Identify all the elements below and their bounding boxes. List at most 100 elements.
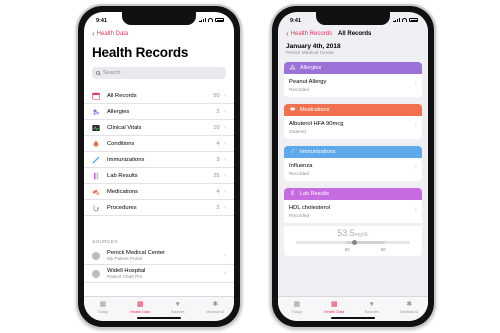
lab-range-chart: 53.5mg/dL 50 60	[284, 226, 422, 256]
value-marker	[351, 240, 357, 245]
tab-label: Medical ID	[206, 310, 225, 314]
phone-bezel: 9:41 ‹ Health Records All Records Januar…	[272, 6, 434, 327]
allergy-icon: ⁂	[289, 65, 296, 72]
card-body: HDL cholesterol Recorded ›	[284, 200, 422, 223]
row-label: Conditions	[107, 140, 135, 147]
record-title: Peanut Allergy	[289, 79, 327, 85]
back-button[interactable]: ‹ Health Data	[92, 29, 129, 38]
sources-section-header: SOURCES	[92, 240, 118, 245]
tab-today[interactable]: ▦ Today	[278, 301, 316, 321]
row-count: 25	[213, 172, 220, 179]
chevron-right-icon: ›	[223, 204, 226, 211]
vitals-icon	[92, 124, 100, 132]
tab-label: Today	[291, 310, 302, 314]
tab-label: Health Data	[324, 310, 345, 314]
source-subtitle: My Patient Portal	[107, 256, 142, 261]
row-label: Medications	[107, 188, 138, 195]
tab-label: Sources	[364, 310, 379, 314]
back-button[interactable]: ‹ Health Records All Records	[286, 30, 372, 38]
row-count: 3	[216, 156, 220, 163]
syringe-icon	[92, 156, 100, 164]
list-item-procedures[interactable]: Procedures 2 ›	[84, 200, 234, 216]
list-item-medications[interactable]: Medications 4 ›	[84, 184, 234, 200]
phone-left: 9:41 ‹ Health Data Health Records Search	[76, 4, 242, 329]
status-time: 9:41	[290, 18, 302, 24]
card-header-label: Medications	[300, 107, 330, 113]
record-status: Recorded	[289, 170, 309, 176]
record-card-allergies[interactable]: ⁂ Allergies Peanut Allergy Recorded ›	[284, 62, 422, 97]
record-title: Influenza	[289, 163, 313, 169]
source-subtitle: Patient Chart Pro	[107, 274, 143, 279]
card-body: Albuterol HFA 90mcg Ordered ›	[284, 116, 422, 139]
record-card-lab-results[interactable]: ⫴ Lab Results HDL cholesterol Recorded ›	[284, 188, 422, 223]
card-header: ⬬ Medications	[284, 104, 422, 116]
calendar-icon	[92, 92, 100, 100]
card-body: Peanut Allergy Recorded ›	[284, 74, 422, 97]
chevron-right-icon: ›	[223, 172, 226, 179]
card-header-label: Lab Results	[300, 191, 330, 197]
row-count: 2	[216, 204, 220, 211]
list-item-conditions[interactable]: Conditions 4 ›	[84, 136, 234, 152]
chevron-right-icon: ›	[223, 140, 226, 147]
tab-label: Sources	[170, 310, 185, 314]
chevron-right-icon: ›	[414, 122, 417, 129]
list-item-source[interactable]: Widell Hospital Patient Chart Pro ›	[84, 265, 234, 283]
list-item-allergies[interactable]: Allergies 2 ›	[84, 104, 234, 120]
chevron-right-icon: ›	[223, 124, 226, 131]
notch	[316, 12, 390, 25]
tab-medical-id[interactable]: ✱ Medical ID	[197, 301, 235, 321]
tab-label: Medical ID	[400, 310, 419, 314]
chevron-right-icon: ›	[223, 252, 226, 259]
phone-right: 9:41 ‹ Health Records All Records Januar…	[270, 4, 436, 329]
list-item-all-records[interactable]: All Records 50 ›	[84, 88, 234, 104]
all-records-screen: 9:41 ‹ Health Records All Records Januar…	[278, 12, 428, 321]
row-label: All Records	[107, 92, 137, 99]
status-time: 9:41	[96, 18, 108, 24]
row-label: Immunizations	[107, 156, 145, 163]
nav-title: All Records	[338, 31, 372, 37]
back-label: Health Data	[96, 31, 129, 37]
list-item-immunizations[interactable]: Immunizations 3 ›	[84, 152, 234, 168]
wifi-icon	[208, 18, 213, 22]
battery-icon	[409, 18, 418, 22]
allergy-icon	[92, 108, 100, 116]
conditions-icon	[92, 140, 100, 148]
home-indicator[interactable]	[137, 317, 181, 319]
row-count: 10	[213, 124, 220, 131]
list-item-clinical-vitals[interactable]: Clinical Vitals 10 ›	[84, 120, 234, 136]
signal-icon	[199, 18, 206, 22]
card-header: ⟋ Immunizations	[284, 146, 422, 158]
chevron-right-icon: ›	[223, 156, 226, 163]
medical-id-icon: ✱	[406, 301, 413, 308]
row-label: Lab Results	[107, 172, 138, 179]
record-card-medications[interactable]: ⬬ Medications Albuterol HFA 90mcg Ordere…	[284, 104, 422, 139]
chevron-left-icon: ‹	[92, 29, 95, 38]
home-indicator[interactable]	[331, 317, 375, 319]
list-item-source[interactable]: Penick Medical Center My Patient Portal …	[84, 247, 234, 265]
notch	[122, 12, 196, 25]
row-count: 50	[213, 92, 220, 99]
back-label: Health Records	[290, 31, 333, 37]
sources-icon: ♥	[369, 301, 374, 308]
lab-value: 53.5mg/dL	[284, 228, 422, 238]
tab-label: Today	[97, 310, 108, 314]
row-label: Clinical Vitals	[107, 124, 142, 131]
row-label: Allergies	[107, 108, 130, 115]
tab-medical-id[interactable]: ✱ Medical ID	[391, 301, 429, 321]
record-provider: Penick Medical Center	[286, 51, 334, 56]
record-card-immunizations[interactable]: ⟋ Immunizations Influenza Recorded ›	[284, 146, 422, 181]
hospital-icon	[92, 269, 100, 278]
procedures-icon	[92, 204, 100, 212]
tab-today[interactable]: ▦ Today	[84, 301, 122, 321]
row-count: 4	[216, 188, 220, 195]
lab-icon: ⫴	[291, 190, 294, 197]
chevron-right-icon: ›	[223, 270, 226, 277]
health-records-screen: 9:41 ‹ Health Data Health Records Search	[84, 12, 234, 321]
medical-id-icon: ✱	[212, 301, 219, 308]
today-icon: ▦	[293, 301, 301, 308]
chevron-right-icon: ›	[223, 108, 226, 115]
list-item-lab-results[interactable]: Lab Results 25 ›	[84, 168, 234, 184]
chevron-right-icon: ›	[223, 92, 226, 99]
search-input[interactable]: Search	[92, 67, 226, 79]
chevron-right-icon: ›	[414, 206, 417, 213]
